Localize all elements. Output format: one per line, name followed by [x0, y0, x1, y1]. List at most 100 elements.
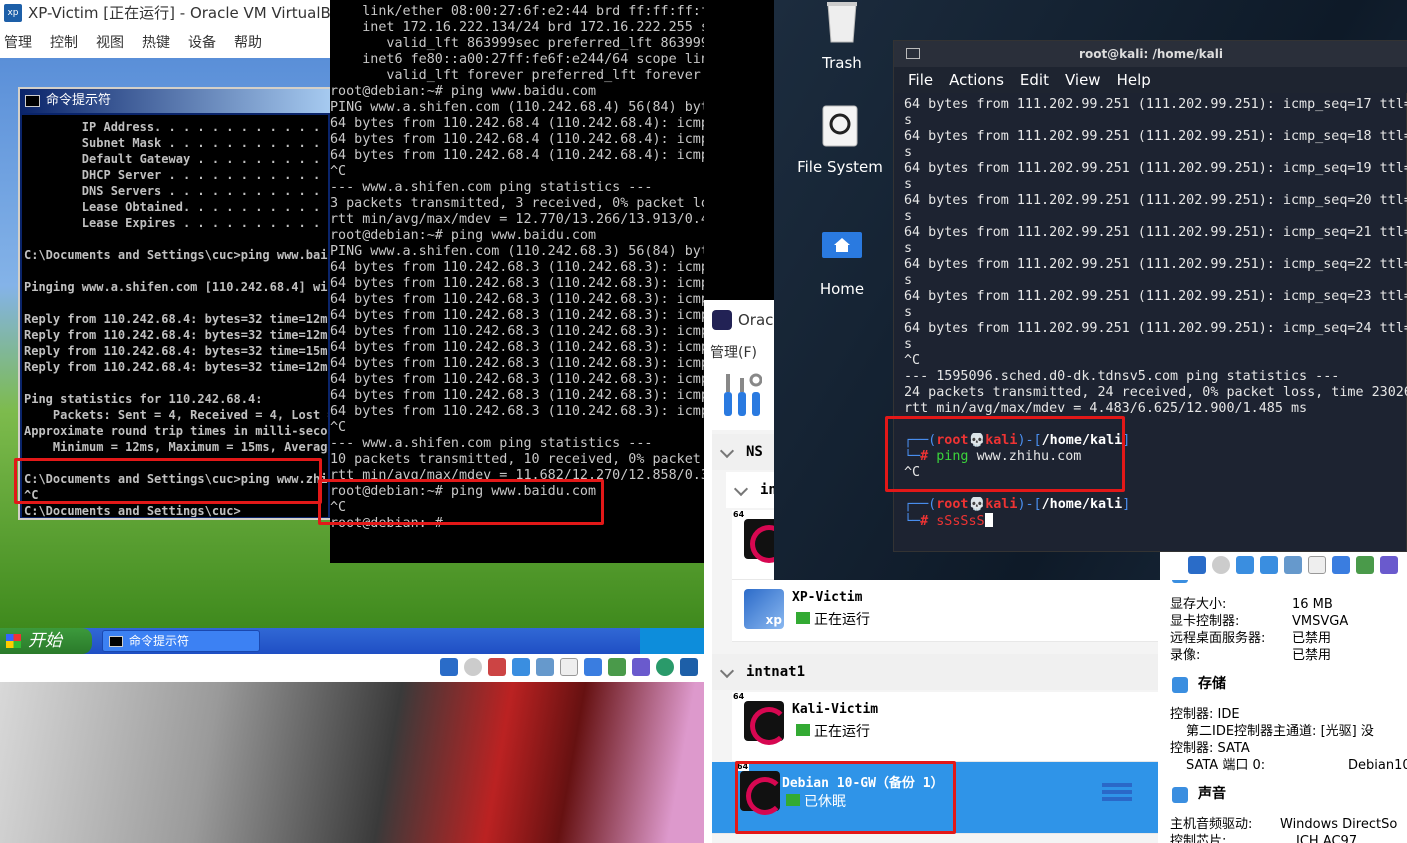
debian-logo-icon [744, 701, 788, 745]
cmd-output-line: Approximate round trip times in milli-se… [24, 424, 328, 438]
detail-label: 显卡控制器: [1170, 614, 1240, 629]
harddisk-icon[interactable] [440, 658, 458, 676]
highlight-kali-ping [885, 416, 1125, 492]
detail-label: 显存大小: [1170, 597, 1227, 612]
kali-output-line: s [904, 337, 913, 352]
vm-details-panel: 显示 显存大小: 16 MB 显卡控制器: VMSVGA 远程桌面服务器: 已禁… [1162, 566, 1407, 843]
cmd-output-line: Subnet Mask . . . . . . . . . . . : 255.… [81, 136, 328, 150]
display-icon[interactable] [584, 658, 602, 676]
vm-state-running: 正在运行 [796, 721, 870, 741]
cmd-output-line: Default Gateway . . . . . . . . . : 10.0… [81, 152, 328, 166]
vm-item-xp-victim[interactable]: XP-Victim 正在运行 [732, 580, 1158, 642]
kali-ping-output: 64 bytes from 111.202.99.251 (111.202.99… [904, 97, 1407, 417]
desktop-icon-home[interactable]: Home [792, 226, 892, 298]
recording-icon[interactable] [608, 658, 626, 676]
kali-command-2[interactable]: └─# sSsSsS [904, 513, 1407, 530]
debian-output-line: 64 bytes from 110.242.68.3 (110.242.68.3… [330, 372, 704, 387]
vm-name: XP-Victim [792, 590, 863, 605]
vm-name: Kali-Victim [792, 702, 879, 717]
kali-output-line: 64 bytes from 111.202.99.251 (111.202.99… [904, 289, 1407, 304]
kali-vm-statusbar [1160, 552, 1407, 580]
kali-terminal-titlebar[interactable]: root@kali: /home/kali [894, 41, 1407, 67]
64bit-badge: 64 [732, 692, 746, 701]
vm-details-menu-icon[interactable] [1102, 780, 1132, 806]
menu-control[interactable]: 控制 [50, 35, 78, 51]
prompt-host: kali [985, 497, 1018, 512]
menu-edit[interactable]: Edit [1020, 71, 1049, 89]
display-icon[interactable] [1332, 556, 1350, 574]
detail-label: 主机音频驱动: [1170, 817, 1253, 832]
debian-output-line: 64 bytes from 110.242.68.3 (110.242.68.3… [330, 340, 704, 355]
cmd-output-line: Reply from 110.242.68.4: bytes=32 time=1… [24, 344, 328, 358]
mouse-integration-icon[interactable] [656, 658, 674, 676]
usb-icon[interactable] [1284, 556, 1302, 574]
menu-file[interactable]: File [908, 71, 933, 89]
cmd-output-line: Lease Expires . . . . . . . . . . : [24, 216, 328, 230]
desktop-wallpaper [0, 682, 704, 843]
menu-actions[interactable]: Actions [949, 71, 1004, 89]
keyboard-capture-icon[interactable] [680, 658, 698, 676]
menu-devices[interactable]: 设备 [188, 35, 216, 51]
xp-vm-statusbar [0, 654, 704, 682]
menu-help[interactable]: 帮助 [234, 35, 262, 51]
debian-output-line: 64 bytes from 110.242.68.3 (110.242.68.3… [330, 260, 704, 275]
tools-icon[interactable] [722, 372, 762, 418]
vt-x-icon[interactable] [632, 658, 650, 676]
group-intnat1[interactable]: intnat1 [712, 654, 1158, 690]
kali-output-line: 64 bytes from 111.202.99.251 (111.202.99… [904, 97, 1407, 112]
kali-output-line: --- 1595096.sched.d0-dk.tdnsv5.com ping … [904, 369, 1340, 384]
detail-label: SATA 端口 0: [1186, 758, 1266, 773]
vt-x-icon[interactable] [1380, 556, 1398, 574]
recording-icon[interactable] [1356, 556, 1374, 574]
cmd-output-line: DHCP Server . . . . . . . . . . . : 10.0… [81, 168, 328, 182]
kali-output-line: 64 bytes from 111.202.99.251 (111.202.99… [904, 193, 1407, 208]
cmd-window[interactable]: 命令提示符 IP Address. . . . . . . . . . . . … [18, 87, 332, 520]
menu-manage[interactable]: 管理 [4, 35, 32, 51]
cmd-output[interactable]: IP Address. . . . . . . . . . . . : 10.0… [22, 115, 328, 517]
menu-file[interactable]: 管理(F) [710, 342, 757, 362]
audio-icon[interactable] [488, 658, 506, 676]
menu-view[interactable]: 视图 [96, 35, 124, 51]
shared-folder-icon[interactable] [560, 658, 578, 676]
detail-value: ICH AC97 [1296, 834, 1358, 843]
debian-output-line: valid_lft 863999sec preferred_lft 863999… [330, 36, 704, 51]
kali-output-line: s [904, 113, 913, 128]
shared-folder-icon[interactable] [1308, 556, 1326, 574]
highlight-debian-ping [318, 479, 604, 525]
cmd-titlebar[interactable]: 命令提示符 [20, 89, 330, 113]
xp-vm-title: XP-Victim [正在运行] - Oracle VM VirtualBox [28, 4, 349, 22]
kali-prompt-2: ┌──(root💀kali)-[/home/kali] [904, 497, 1131, 512]
detail-value: 已禁用 [1292, 631, 1332, 646]
kali-output-line: s [904, 241, 913, 256]
harddisk-icon[interactable] [1188, 556, 1206, 574]
optical-drive-icon[interactable] [1212, 556, 1230, 574]
detail-label: 控制芯片: [1170, 834, 1227, 843]
detail-label: 远程桌面服务器: [1170, 631, 1266, 646]
kali-output-line: s [904, 305, 913, 320]
highlight-xp-ping [14, 458, 322, 504]
cmd-output-line [24, 375, 326, 391]
start-button[interactable]: 开始 [0, 628, 92, 654]
cmd-output-line: Pinging www.a.shifen.com [110.242.68.4] … [24, 280, 328, 294]
desktop-icon-trash[interactable]: Trash [792, 0, 892, 72]
menu-help[interactable]: Help [1117, 71, 1151, 89]
desktop-icon-file-system[interactable]: File System [790, 104, 890, 176]
section-storage[interactable]: 存储 [1172, 676, 1226, 693]
audio-icon[interactable] [1236, 556, 1254, 574]
network-icon[interactable] [1260, 556, 1278, 574]
taskbar-item-cmd[interactable]: 命令提示符 [102, 630, 260, 652]
menu-hotkeys[interactable]: 热键 [142, 35, 170, 51]
cmd-output-line: Reply from 110.242.68.4: bytes=32 time=1… [24, 328, 328, 342]
optical-drive-icon[interactable] [464, 658, 482, 676]
kali-output-line: 64 bytes from 111.202.99.251 (111.202.99… [904, 225, 1407, 240]
kali-output-line: s [904, 177, 913, 192]
menu-view[interactable]: View [1065, 71, 1101, 89]
section-audio[interactable]: 声音 [1172, 786, 1226, 803]
usb-icon[interactable] [536, 658, 554, 676]
debian-output-line: 64 bytes from 110.242.68.3 (110.242.68.3… [330, 404, 704, 419]
debian-output-line: inet6 fe80::a00:27ff:fe6f:e244/64 scope … [330, 52, 704, 67]
kali-output-line: 64 bytes from 111.202.99.251 (111.202.99… [904, 161, 1407, 176]
vm-item-kali-victim[interactable]: 64 Kali-Victim 正在运行 [732, 692, 1158, 762]
network-icon[interactable] [512, 658, 530, 676]
debian-output-line: 64 bytes from 110.242.68.3 (110.242.68.3… [330, 388, 704, 403]
